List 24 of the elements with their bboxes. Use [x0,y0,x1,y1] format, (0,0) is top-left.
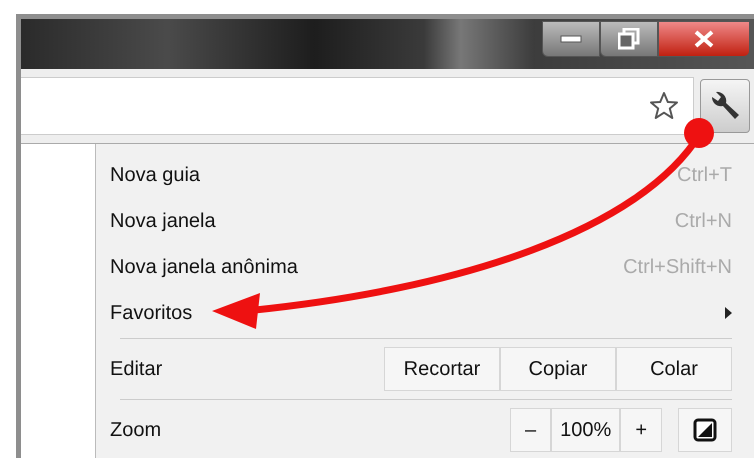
submenu-arrow-icon [725,307,732,319]
star-icon[interactable] [649,90,679,121]
edit-button[interactable]: Recortar [384,347,500,391]
fullscreen-button[interactable] [678,408,732,452]
menu-item[interactable]: Favoritos [110,290,732,336]
menu-label: Zoom [110,418,162,442]
zoom-out-button[interactable]: – [510,408,552,452]
edit-button[interactable]: Copiar [500,347,616,391]
zoom-in-button[interactable]: + [620,408,662,452]
restore-icon [618,28,640,50]
minimize-button[interactable] [542,21,600,57]
menu-item[interactable]: Nova janela anônima Ctrl+Shift+N [110,244,732,290]
zoom-value: 100% [551,408,620,452]
menu-item[interactable]: Nova guia Ctrl+T [110,152,732,198]
address-field[interactable] [21,76,694,135]
close-icon [693,30,715,48]
minimize-icon [560,35,582,43]
menu-label: Editar [110,358,162,380]
restore-button[interactable] [600,21,658,57]
wrench-button[interactable] [700,78,750,133]
edit-button[interactable]: Colar [616,347,732,391]
close-button[interactable] [658,21,750,57]
menu-item[interactable]: Nova janela Ctrl+N [110,198,732,244]
fullscreen-icon [693,418,717,442]
